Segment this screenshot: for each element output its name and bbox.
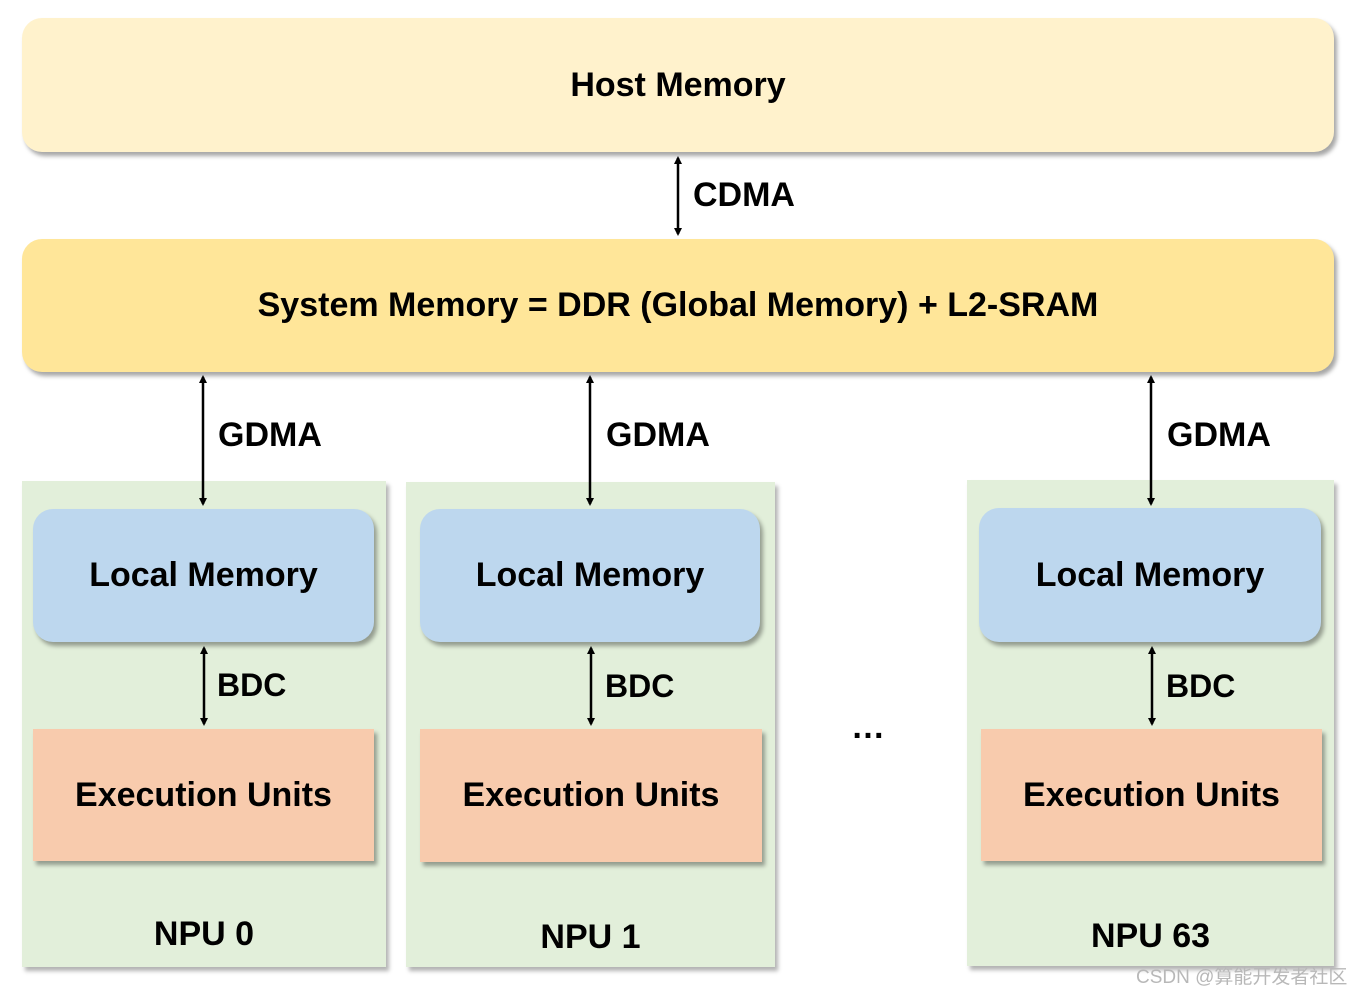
watermark: CSDN @算能开发者社区: [1136, 967, 1348, 988]
diagram: Host Memory CDMA System Memory = DDR (Gl…: [0, 0, 1362, 994]
arrows-layer: [199, 156, 1156, 726]
